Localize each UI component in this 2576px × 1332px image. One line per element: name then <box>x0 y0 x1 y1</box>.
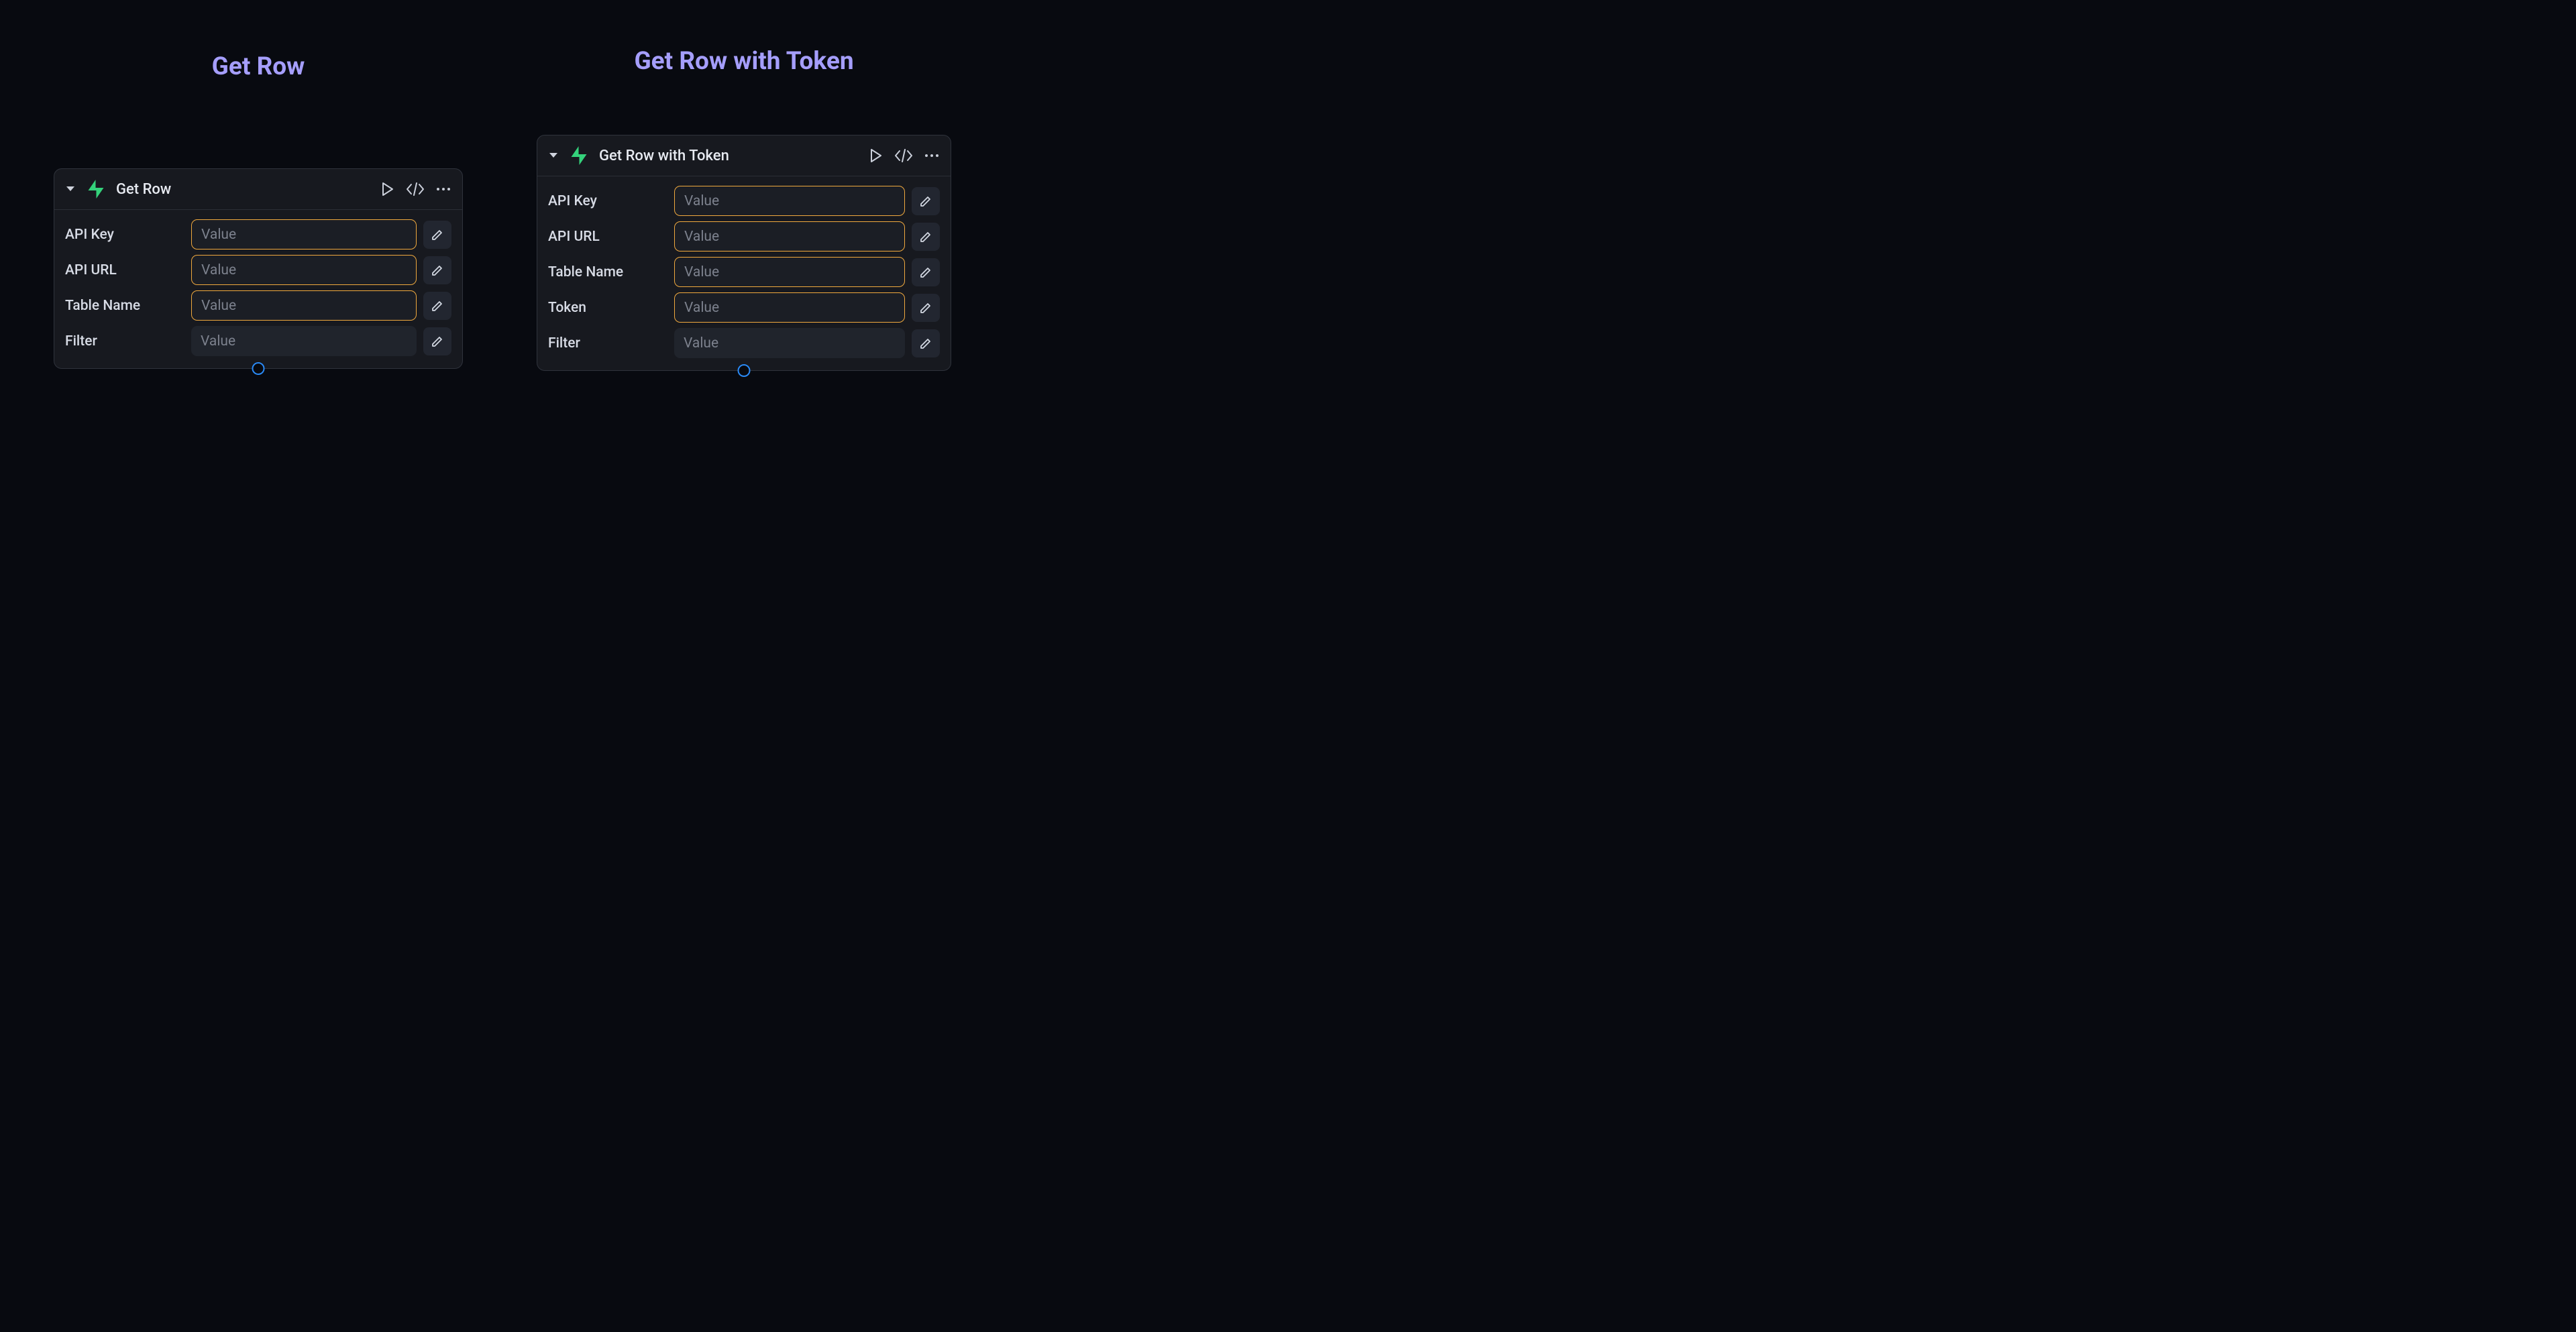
field-row-api-key: API Key Value <box>548 186 940 216</box>
field-row-api-url: API URL Value <box>65 255 451 285</box>
caret-down-icon[interactable] <box>544 146 563 165</box>
field-label: Token <box>548 300 667 316</box>
edit-button[interactable] <box>423 221 451 249</box>
node-get-row: Get Row <box>54 168 463 369</box>
output-port[interactable] <box>738 364 751 377</box>
token-input[interactable]: Value <box>674 292 905 323</box>
field-row-filter: Filter Value <box>548 328 940 358</box>
field-row-token: Token Value <box>548 292 940 323</box>
api-key-input[interactable]: Value <box>674 186 905 216</box>
edit-button[interactable] <box>912 329 940 357</box>
caret-down-icon[interactable] <box>61 180 80 199</box>
node-body: API Key Value API URL Value Table Na <box>54 210 462 368</box>
output-port[interactable] <box>252 362 265 375</box>
filter-input[interactable]: Value <box>191 326 417 356</box>
node-title: Get Row with Token <box>599 148 865 164</box>
field-row-api-url: API URL Value <box>548 221 940 252</box>
node-title: Get Row <box>116 181 376 198</box>
field-row-table-name: Table Name Value <box>65 290 451 321</box>
node-header: Get Row with Token <box>537 135 951 176</box>
field-row-api-key: API Key Value <box>65 219 451 249</box>
column-title-get-row-token: Get Row with Token <box>634 47 853 76</box>
header-actions <box>870 149 938 162</box>
edit-button[interactable] <box>423 256 451 284</box>
edit-button[interactable] <box>912 187 940 215</box>
edit-button[interactable] <box>912 294 940 322</box>
field-label: Filter <box>548 335 667 351</box>
api-url-input[interactable]: Value <box>674 221 905 252</box>
field-row-table-name: Table Name Value <box>548 257 940 287</box>
header-actions <box>382 182 450 196</box>
field-label: API URL <box>65 262 184 278</box>
api-url-input[interactable]: Value <box>191 255 417 285</box>
field-label: Filter <box>65 333 184 349</box>
field-label: API Key <box>548 193 667 209</box>
play-icon[interactable] <box>870 149 882 162</box>
more-icon[interactable] <box>437 186 450 192</box>
table-name-input[interactable]: Value <box>191 290 417 321</box>
node-body: API Key Value API URL Value Table Na <box>537 176 951 370</box>
api-key-input[interactable]: Value <box>191 219 417 249</box>
edit-button[interactable] <box>912 258 940 286</box>
edit-button[interactable] <box>423 292 451 320</box>
supabase-icon <box>568 145 590 166</box>
filter-input[interactable]: Value <box>674 328 905 358</box>
more-icon[interactable] <box>925 153 938 158</box>
supabase-icon <box>85 178 107 200</box>
field-row-filter: Filter Value <box>65 326 451 356</box>
edit-button[interactable] <box>423 327 451 355</box>
code-icon[interactable] <box>406 182 425 196</box>
field-label: API Key <box>65 227 184 243</box>
node-header: Get Row <box>54 169 462 210</box>
node-get-row-with-token: Get Row with Token <box>537 135 951 371</box>
field-label: API URL <box>548 229 667 245</box>
field-label: Table Name <box>65 298 184 314</box>
edit-button[interactable] <box>912 223 940 251</box>
table-name-input[interactable]: Value <box>674 257 905 287</box>
field-label: Table Name <box>548 264 667 280</box>
code-icon[interactable] <box>894 149 913 162</box>
column-title-get-row: Get Row <box>212 52 305 81</box>
play-icon[interactable] <box>382 182 394 196</box>
